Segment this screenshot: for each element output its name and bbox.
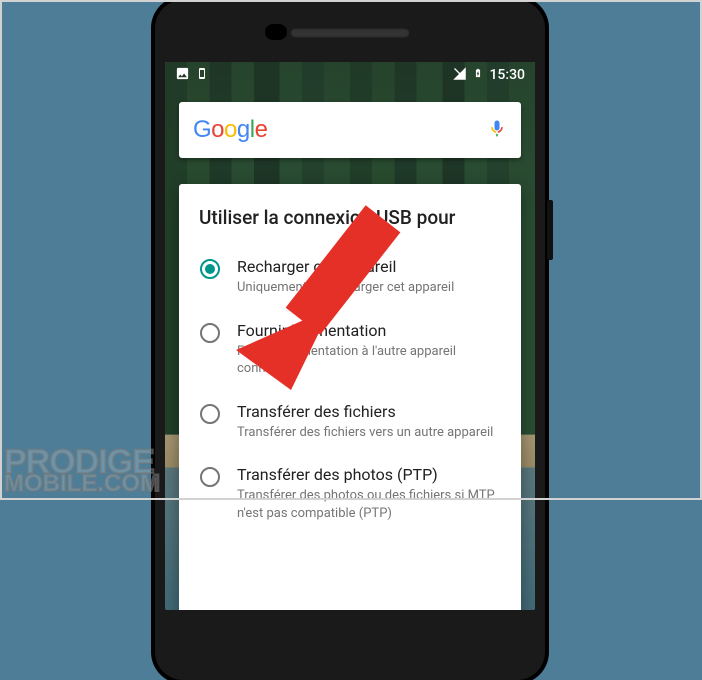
status-bar: 15:30 [165, 62, 535, 88]
signal-icon [452, 66, 467, 85]
phone-sensor [265, 24, 287, 40]
image-icon [175, 66, 190, 85]
radio-icon [199, 403, 221, 425]
watermark-line2: MOBILE.COM [4, 475, 160, 494]
radio-desc: Uniquement pour charger cet appareil [237, 279, 501, 297]
usb-option-transfer-photos[interactable]: Transférer des photos (PTP) Transférer d… [199, 455, 501, 536]
radio-label: Transférer des fichiers [237, 402, 501, 422]
phone-speaker [290, 28, 410, 38]
watermark: PRODIGE MOBILE.COM [4, 449, 160, 494]
phone-frame: 15:30 Google Utiliser la connexion USB p… [155, 0, 545, 680]
device-icon [196, 66, 208, 85]
usb-option-transfer-files[interactable]: Transférer des fichiers Transférer des f… [199, 392, 501, 456]
radio-label: Transférer des photos (PTP) [237, 465, 501, 485]
usb-option-supply-power[interactable]: Fournir l'alimentation Fournir l'aliment… [199, 311, 501, 392]
dialog-title: Utiliser la connexion USB pour [199, 206, 501, 229]
radio-desc: Transférer des photos ou des fichiers si… [237, 487, 501, 522]
radio-icon [199, 466, 221, 488]
status-time: 15:30 [489, 67, 525, 83]
battery-charging-icon [473, 65, 483, 85]
google-search-widget[interactable]: Google [179, 102, 521, 158]
phone-side-button [547, 200, 553, 260]
radio-desc: Transférer des fichiers vers un autre ap… [237, 424, 501, 442]
phone-screen: 15:30 Google Utiliser la connexion USB p… [165, 62, 535, 610]
radio-desc: Fournir l'alimentation à l'autre apparei… [237, 343, 501, 378]
radio-icon [199, 322, 221, 344]
radio-label: Fournir l'alimentation [237, 321, 501, 341]
radio-label: Recharger cet appareil [237, 257, 501, 277]
usb-option-charge[interactable]: Recharger cet appareil Uniquement pour c… [199, 247, 501, 311]
mic-icon[interactable] [487, 115, 507, 145]
radio-icon [199, 258, 221, 280]
usb-dialog: Utiliser la connexion USB pour Recharger… [179, 184, 521, 610]
google-logo: Google [193, 116, 267, 144]
